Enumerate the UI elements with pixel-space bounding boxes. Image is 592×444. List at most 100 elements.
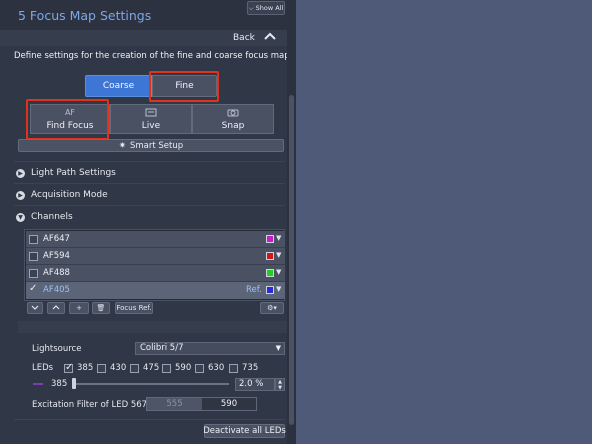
- channel-name: AF647: [43, 234, 70, 244]
- channel-checkbox[interactable]: [29, 252, 38, 261]
- channel-color-swatch[interactable]: [266, 235, 274, 243]
- chevron-down-icon: ▼: [275, 344, 281, 352]
- expand-icon: ▶: [16, 190, 25, 200]
- checkmark-icon[interactable]: ✓: [29, 283, 37, 294]
- section-channels[interactable]: ▼ Channels: [16, 212, 73, 222]
- led-checkbox[interactable]: ✓: [64, 362, 73, 373]
- live-icon: [111, 108, 191, 119]
- chevron-down-icon[interactable]: ▼: [276, 285, 281, 293]
- chevron-up-icon[interactable]: [264, 32, 276, 43]
- filter-option-590[interactable]: 590: [202, 398, 256, 410]
- camera-icon: [193, 108, 273, 119]
- led-value: 385: [77, 363, 94, 373]
- channel-row-af594[interactable]: AF594 ▼: [26, 248, 285, 265]
- led-475[interactable]: 475: [130, 363, 159, 373]
- smart-setup-button[interactable]: ✷ Smart Setup: [18, 139, 284, 152]
- move-up-button[interactable]: [47, 302, 65, 314]
- divider: [14, 183, 285, 184]
- chevron-down-icon[interactable]: ▼: [276, 234, 281, 242]
- empty-workspace: [296, 0, 592, 444]
- panel-description: Define settings for the creation of the …: [14, 51, 293, 61]
- show-all-label: Show All: [255, 4, 284, 12]
- trash-icon: 🗑: [96, 304, 106, 312]
- chevron-down-icon: [31, 304, 39, 312]
- slider-led-label: 385: [51, 379, 68, 389]
- back-button[interactable]: Back: [233, 33, 255, 43]
- chevron-down-icon[interactable]: ▼: [276, 251, 281, 259]
- snap-button[interactable]: Snap: [192, 104, 274, 134]
- channel-color-swatch[interactable]: [266, 286, 274, 294]
- plus-icon: +: [76, 304, 82, 312]
- channel-name: AF488: [43, 268, 70, 278]
- panel-title: 5 Focus Map Settings: [18, 8, 152, 23]
- channel-options-button[interactable]: ⚙▾: [260, 302, 284, 314]
- led-value: 430: [110, 363, 127, 373]
- intensity-stepper[interactable]: ▲ ▼: [275, 378, 285, 391]
- channel-color-swatch[interactable]: [266, 252, 274, 260]
- led-checkbox[interactable]: [195, 363, 204, 373]
- intensity-slider[interactable]: [74, 383, 229, 385]
- wand-icon: ✷: [118, 140, 126, 151]
- led-checkbox[interactable]: [162, 363, 171, 373]
- focus-ref-button[interactable]: Focus Ref.: [115, 302, 153, 314]
- af-icon: AF: [64, 108, 76, 117]
- excitation-filter-label: Excitation Filter of LED 567: [32, 400, 148, 410]
- chevron-down-icon: ⌵: [248, 3, 254, 12]
- led-590[interactable]: 590: [162, 363, 191, 373]
- intensity-slider-handle[interactable]: [72, 378, 76, 389]
- channel-name: AF594: [43, 251, 70, 261]
- delete-channel-button[interactable]: 🗑: [92, 302, 110, 314]
- led-checkbox[interactable]: [97, 363, 106, 373]
- led-value: 735: [242, 363, 259, 373]
- section-separator: [18, 321, 287, 333]
- led-630[interactable]: 630: [195, 363, 224, 373]
- channel-name: AF405: [43, 285, 70, 295]
- lightsource-label: Lightsource: [32, 344, 82, 354]
- led-430[interactable]: 430: [97, 363, 126, 373]
- leds-label: LEDs: [32, 363, 54, 373]
- section-label: Acquisition Mode: [31, 190, 108, 200]
- channel-row-af647[interactable]: AF647 ▼: [26, 231, 285, 248]
- section-label: Channels: [31, 212, 73, 222]
- channel-checkbox[interactable]: [29, 235, 38, 244]
- led-735[interactable]: 735: [229, 363, 258, 373]
- led-value: 475: [143, 363, 160, 373]
- channel-row-af405[interactable]: ✓ AF405 Ref. ▼: [26, 282, 285, 299]
- section-acquisition-mode[interactable]: ▶ Acquisition Mode: [16, 190, 108, 200]
- collapse-icon: ▼: [16, 212, 25, 222]
- reference-badge: Ref.: [246, 285, 262, 295]
- lightsource-value: Colibri 5/7: [140, 343, 184, 353]
- fine-toggle[interactable]: Fine: [152, 75, 217, 97]
- led-color-indicator: [33, 383, 43, 385]
- coarse-toggle[interactable]: Coarse: [85, 75, 152, 97]
- section-light-path-settings[interactable]: ▶ Light Path Settings: [16, 168, 116, 178]
- divider: [14, 205, 285, 206]
- lightsource-select[interactable]: Colibri 5/7 ▼: [135, 342, 285, 355]
- divider: [14, 161, 285, 162]
- find-focus-label: Find Focus: [46, 121, 94, 131]
- panel-header: 5 Focus Map Settings ⌵ Show All: [0, 0, 287, 30]
- live-button[interactable]: Live: [110, 104, 192, 134]
- divider: [14, 419, 285, 420]
- live-label: Live: [141, 121, 161, 131]
- section-label: Light Path Settings: [31, 168, 116, 178]
- led-checkbox[interactable]: [130, 363, 139, 373]
- channel-row-af488[interactable]: AF488 ▼: [26, 265, 285, 282]
- led-385[interactable]: ✓ 385: [64, 362, 94, 373]
- add-channel-button[interactable]: +: [69, 302, 89, 314]
- deactivate-all-leds-button[interactable]: Deactivate all LEDs: [203, 424, 286, 438]
- channel-checkbox[interactable]: [29, 269, 38, 278]
- move-down-button[interactable]: [27, 302, 43, 314]
- led-checkbox[interactable]: [229, 363, 238, 373]
- find-focus-button[interactable]: AF Find Focus: [30, 104, 110, 134]
- led-value: 590: [175, 363, 192, 373]
- show-all-button[interactable]: ⌵ Show All: [247, 1, 285, 15]
- expand-icon: ▶: [16, 168, 25, 178]
- focus-map-settings-panel: 5 Focus Map Settings ⌵ Show All Back Def…: [0, 0, 296, 444]
- chevron-down-icon[interactable]: ▼: [276, 268, 281, 276]
- gear-icon: ⚙▾: [267, 304, 277, 312]
- scrollbar-thumb[interactable]: [289, 95, 294, 425]
- filter-option-555[interactable]: 555: [147, 398, 202, 410]
- intensity-input[interactable]: 2.0 %: [235, 378, 275, 391]
- channel-color-swatch[interactable]: [266, 269, 274, 277]
